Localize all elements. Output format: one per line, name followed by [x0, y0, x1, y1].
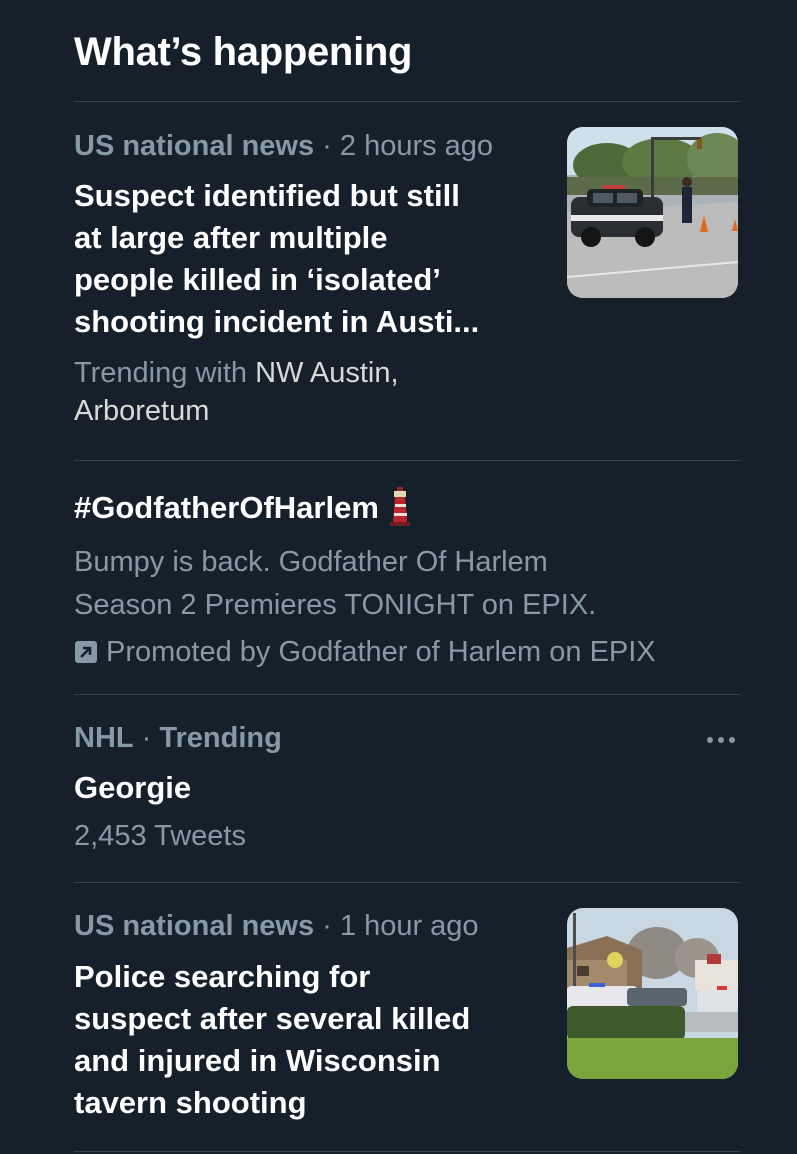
police-car-street-photo[interactable] [567, 127, 738, 298]
divider [74, 882, 740, 883]
promoted-description: Bumpy is back. Godfather Of Harlem Seaso… [74, 546, 597, 621]
promoted-hashtag: #GodfatherOfHarlem [74, 486, 411, 537]
hashtag-text: #GodfatherOfHarlem [74, 490, 379, 525]
trending-with: Trending with NW Austin, Arboretum [74, 354, 399, 430]
trend-meta: US national news · 1 hour ago [74, 906, 479, 946]
lighthouse-icon [389, 486, 411, 537]
whats-happening-panel: What’s happening US national news · 2 ho… [0, 0, 797, 1154]
promoted-icon [74, 636, 98, 674]
divider [74, 694, 740, 695]
tweet-count: 2,453 Tweets [74, 820, 246, 852]
meta-separator: · [314, 910, 340, 942]
trend-category: NHL [74, 722, 134, 754]
trend-time: 1 hour ago [339, 910, 479, 942]
divider [74, 460, 740, 461]
meta-separator: · [314, 130, 340, 162]
promoted-by: Promoted by Godfather of Harlem on EPIX [74, 633, 656, 671]
divider [74, 1151, 740, 1152]
trend-time: 2 hours ago [339, 130, 494, 162]
trend-headline: Suspect identified but still at large af… [74, 178, 480, 339]
divider [74, 101, 740, 102]
trending-with-prefix: Trending with [74, 357, 256, 389]
tavern-police-scene-photo[interactable] [567, 908, 738, 1079]
trend-name: Georgie [74, 770, 192, 805]
trend-meta: NHL · Trending [74, 718, 282, 758]
trend-meta: US national news · 2 hours ago [74, 126, 493, 166]
panel-title: What’s happening [74, 30, 413, 74]
promoted-label: Promoted by Godfather of Harlem on EPIX [106, 636, 656, 668]
trend-headline: Police searching for suspect after sever… [74, 959, 471, 1120]
meta-separator: · [133, 722, 160, 754]
trend-status: Trending [159, 722, 282, 754]
more-dots-icon[interactable] [704, 728, 738, 752]
trend-category: US national news [74, 910, 315, 942]
trend-category: US national news [74, 130, 315, 162]
